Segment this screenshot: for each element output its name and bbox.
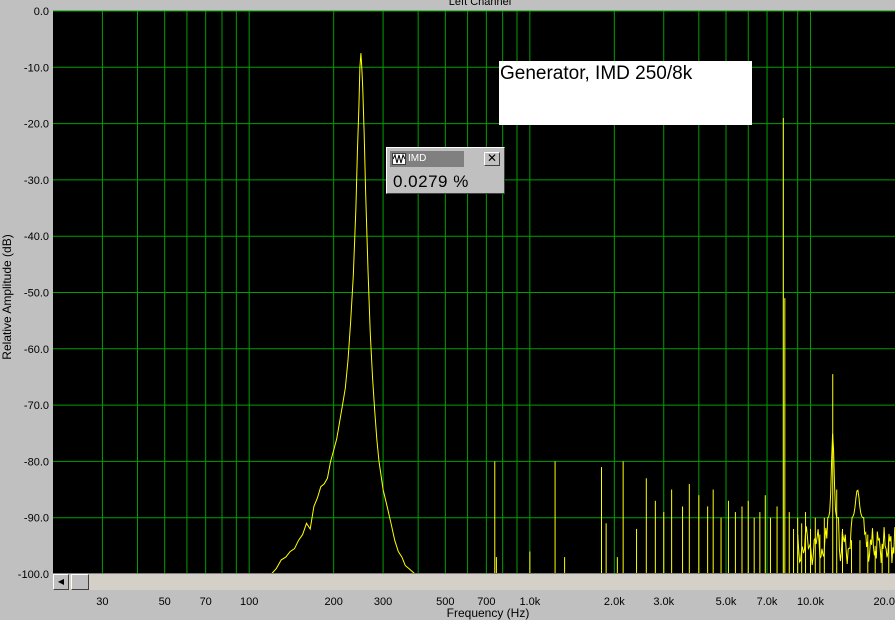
waveform-icon bbox=[392, 153, 406, 165]
imd-readout-window[interactable]: IMD ✕ 0.0279 % bbox=[386, 147, 505, 194]
spectrum-chart: 0.0 -10.0 -20.0 -30.0 -40.0 -50.0 -60.0 -70.0 -8… bbox=[0, 0, 895, 620]
close-icon[interactable]: ✕ bbox=[484, 152, 500, 166]
x-tick-label: 7.0k bbox=[757, 596, 778, 608]
y-tick-label: -20.0 bbox=[24, 119, 49, 131]
scrollbar-thumb[interactable] bbox=[71, 574, 89, 590]
y-tick-label: 0.0 bbox=[34, 6, 49, 18]
scroll-left-button[interactable]: ◀ bbox=[53, 574, 69, 590]
x-tick-label: 3.0k bbox=[653, 596, 674, 608]
y-tick-label: -100.0 bbox=[18, 569, 49, 581]
horizontal-scrollbar[interactable]: ◀ bbox=[53, 573, 895, 590]
x-tick-label: 70 bbox=[200, 596, 212, 608]
chart-title: Left Channel bbox=[449, 0, 511, 8]
generator-annotation: Generator, IMD 250/8k bbox=[499, 61, 752, 125]
imd-title-bar[interactable]: IMD bbox=[390, 151, 464, 167]
y-axis-ticks: 0.0 -10.0 -20.0 -30.0 -40.0 -50.0 -60.0 -70.0 -8… bbox=[18, 6, 49, 581]
y-tick-label: -40.0 bbox=[24, 231, 49, 243]
y-tick-label: -90.0 bbox=[24, 513, 49, 525]
y-tick-label: -70.0 bbox=[24, 400, 49, 412]
x-tick-label: 300 bbox=[374, 596, 392, 608]
x-axis-label: Frequency (Hz) bbox=[447, 606, 530, 620]
y-tick-label: -50.0 bbox=[24, 288, 49, 300]
y-axis-label: Relative Amplitude (dB) bbox=[0, 234, 14, 359]
y-tick-label: -30.0 bbox=[24, 175, 49, 187]
x-tick-label: 200 bbox=[324, 596, 342, 608]
x-tick-label: 2.0k bbox=[604, 596, 625, 608]
x-tick-label: 20.0k bbox=[874, 596, 895, 608]
imd-title-label: IMD bbox=[408, 153, 427, 164]
y-tick-label: -10.0 bbox=[24, 62, 49, 74]
y-tick-label: -80.0 bbox=[24, 456, 49, 468]
x-tick-label: 10.0k bbox=[797, 596, 824, 608]
y-tick-label: -60.0 bbox=[24, 344, 49, 356]
x-tick-label: 50 bbox=[159, 596, 171, 608]
x-tick-label: 5.0k bbox=[716, 596, 737, 608]
x-tick-label: 30 bbox=[96, 596, 108, 608]
imd-value: 0.0279 % bbox=[393, 172, 469, 191]
x-tick-label: 100 bbox=[240, 596, 258, 608]
